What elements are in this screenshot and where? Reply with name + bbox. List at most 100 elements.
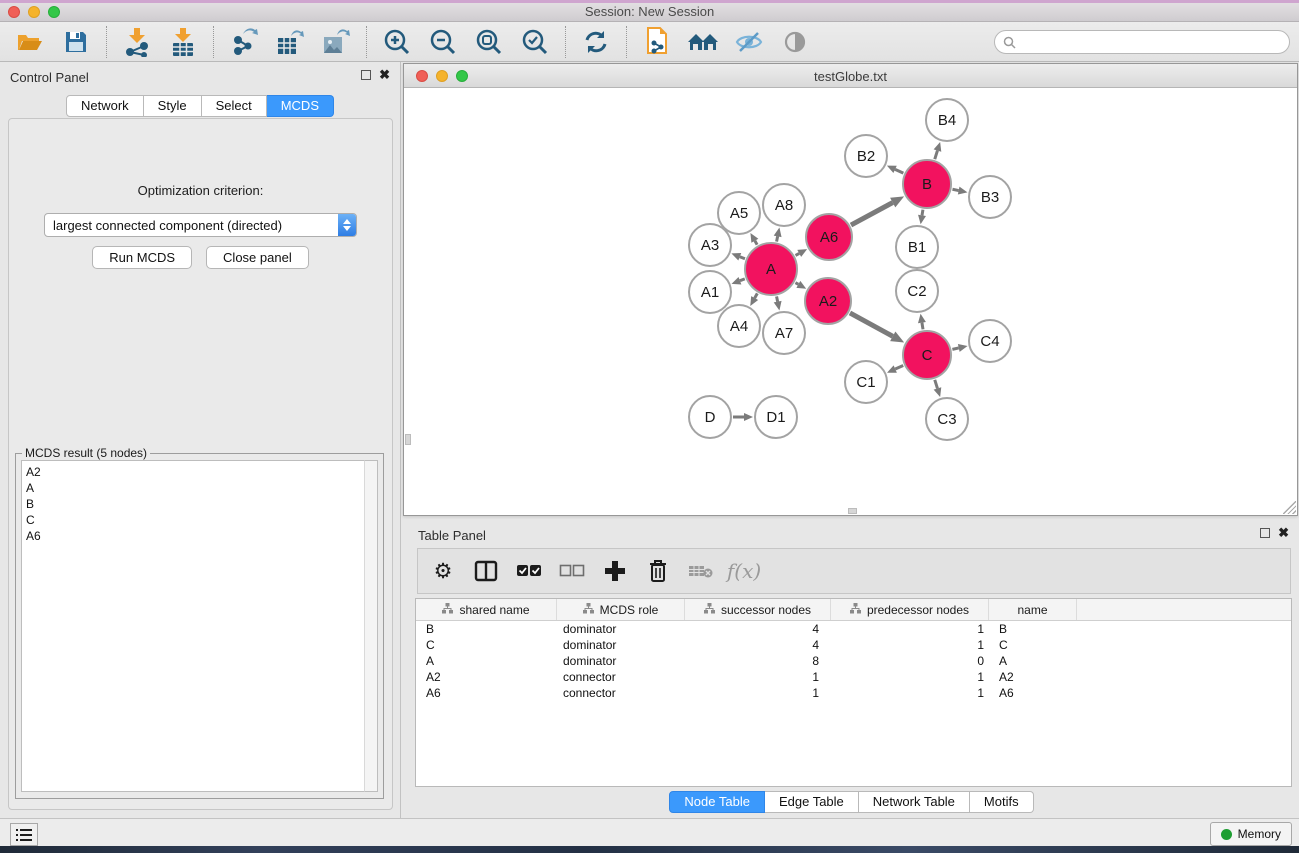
edge-C-C2[interactable] [922, 323, 923, 330]
close-panel-icon[interactable]: ✖ [379, 70, 390, 80]
arrowhead-icon [934, 387, 942, 397]
mcds-tab-content: Optimization criterion: largest connecte… [8, 118, 393, 810]
export-table-icon[interactable] [274, 27, 306, 57]
result-list-scrollbar[interactable] [364, 460, 378, 792]
result-list-item[interactable]: C [26, 512, 364, 528]
column-header-shared-name[interactable]: shared name [416, 599, 557, 620]
function-builder-icon[interactable]: f(x) [729, 555, 759, 587]
edge-A-A7[interactable] [777, 296, 778, 301]
float-table-panel-icon[interactable] [1260, 528, 1270, 538]
tab-motifs[interactable]: Motifs [970, 791, 1034, 813]
column-visibility-icon[interactable] [471, 555, 501, 587]
add-column-icon[interactable] [600, 555, 630, 587]
table-row[interactable]: A6connector11A6 [416, 685, 1291, 701]
zoom-fit-icon[interactable] [473, 27, 505, 57]
network-graph[interactable]: B4B2BB3A8A5A6A3B1AC2A1A2A4A7C4CC1C3DD1 [404, 88, 1297, 515]
result-list-item[interactable]: A6 [26, 528, 364, 544]
network-document-icon[interactable] [641, 27, 673, 57]
home-overview-icon[interactable] [687, 27, 719, 57]
edge-B-B3[interactable] [952, 189, 958, 190]
task-history-button[interactable] [10, 823, 38, 846]
arrowhead-icon [732, 277, 742, 284]
edge-B-B1[interactable] [922, 210, 923, 216]
result-list-item[interactable]: A2 [26, 464, 364, 480]
table-tabs: Node TableEdge TableNetwork TableMotifs [404, 791, 1299, 813]
cell-shared-name: A2 [416, 670, 557, 684]
table-row[interactable]: Cdominator41C [416, 637, 1291, 653]
save-session-icon[interactable] [60, 27, 92, 57]
network-window-titlebar[interactable]: testGlobe.txt [404, 64, 1297, 88]
delete-column-icon[interactable] [643, 555, 673, 587]
tab-node-table[interactable]: Node Table [669, 791, 765, 813]
cell-shared-name: A [416, 654, 557, 668]
cell-predecessor-nodes: 1 [831, 670, 989, 684]
criterion-dropdown[interactable]: largest connected component (directed) [44, 213, 357, 237]
tab-network-table[interactable]: Network Table [859, 791, 970, 813]
hide-graphics-icon[interactable] [733, 27, 765, 57]
edge-B-B4[interactable] [935, 151, 938, 160]
search-input[interactable] [1021, 35, 1281, 49]
edge-C-C3[interactable] [935, 380, 938, 389]
edge-A2-C[interactable] [850, 313, 893, 336]
export-image-icon[interactable] [320, 27, 352, 57]
edge-C-C1[interactable] [895, 366, 903, 370]
edge-A-A3[interactable] [740, 257, 745, 259]
edge-A6-B[interactable] [851, 203, 893, 226]
run-mcds-button[interactable]: Run MCDS [92, 246, 192, 269]
edge-A-A4[interactable] [755, 293, 758, 298]
edge-A-A6[interactable] [796, 253, 800, 255]
tab-style[interactable]: Style [144, 95, 202, 117]
network-canvas[interactable]: B4B2BB3A8A5A6A3B1AC2A1A2A4A7C4CC1C3DD1 [404, 88, 1297, 515]
edge-C-C4[interactable] [952, 348, 958, 349]
node-label-B2: B2 [857, 148, 875, 165]
deselect-all-icon[interactable] [557, 555, 587, 587]
float-panel-icon[interactable] [361, 70, 371, 80]
export-network-icon[interactable] [228, 27, 260, 57]
zoom-out-icon[interactable] [427, 27, 459, 57]
edge-B-B2[interactable] [895, 169, 903, 173]
edge-A-A2[interactable] [795, 283, 798, 285]
delete-table-icon[interactable] [686, 555, 716, 587]
table-row[interactable]: Bdominator41B [416, 621, 1291, 637]
close-table-panel-icon[interactable]: ✖ [1278, 528, 1289, 538]
search-box[interactable] [994, 30, 1290, 54]
select-all-icon[interactable] [514, 555, 544, 587]
column-header-successor-nodes[interactable]: successor nodes [685, 599, 831, 620]
tab-select[interactable]: Select [202, 95, 267, 117]
open-file-icon[interactable] [14, 27, 46, 57]
column-header-predecessor-nodes[interactable]: predecessor nodes [831, 599, 989, 620]
table-settings-icon[interactable]: ⚙ [428, 555, 458, 587]
mcds-result-list[interactable]: A2ABCA6 [21, 460, 365, 792]
tab-network[interactable]: Network [66, 95, 144, 117]
workspace: Control Panel ✖ NetworkStyleSelectMCDS O… [0, 62, 1299, 818]
refresh-icon[interactable] [580, 27, 612, 57]
table-row[interactable]: A2connector11A2 [416, 669, 1291, 685]
application-window: Session: New Session [0, 0, 1299, 853]
column-header-name[interactable]: name [989, 599, 1077, 620]
zoom-in-icon[interactable] [381, 27, 413, 57]
table-body: Bdominator41BCdominator41CAdominator80AA… [416, 621, 1291, 701]
zoom-selected-icon[interactable] [519, 27, 551, 57]
edge-A-A5[interactable] [755, 241, 757, 245]
memory-button[interactable]: Memory [1210, 822, 1292, 846]
result-list-item[interactable]: A [26, 480, 364, 496]
resize-grip-icon[interactable] [1283, 501, 1296, 514]
table-row[interactable]: Adominator80A [416, 653, 1291, 669]
tab-edge-table[interactable]: Edge Table [765, 791, 859, 813]
cell-successor-nodes: 4 [685, 622, 831, 636]
tab-mcds[interactable]: MCDS [267, 95, 334, 117]
import-table-icon[interactable] [167, 27, 199, 57]
import-network-icon[interactable] [121, 27, 153, 57]
left-splitter-handle[interactable] [405, 434, 411, 445]
result-list-item[interactable]: B [26, 496, 364, 512]
bottom-splitter-handle[interactable] [848, 508, 857, 514]
column-header-MCDS-role[interactable]: MCDS role [557, 599, 685, 620]
edge-A-A8[interactable] [777, 236, 778, 241]
cell-successor-nodes: 4 [685, 638, 831, 652]
table-header-row: shared nameMCDS rolesuccessor nodesprede… [416, 599, 1291, 621]
close-panel-button[interactable]: Close panel [206, 246, 309, 269]
edge-A-A1[interactable] [740, 279, 745, 281]
mcds-result-title: MCDS result (5 nodes) [22, 446, 150, 460]
show-graphics-icon[interactable] [779, 27, 811, 57]
node-table[interactable]: shared nameMCDS rolesuccessor nodesprede… [415, 598, 1292, 787]
